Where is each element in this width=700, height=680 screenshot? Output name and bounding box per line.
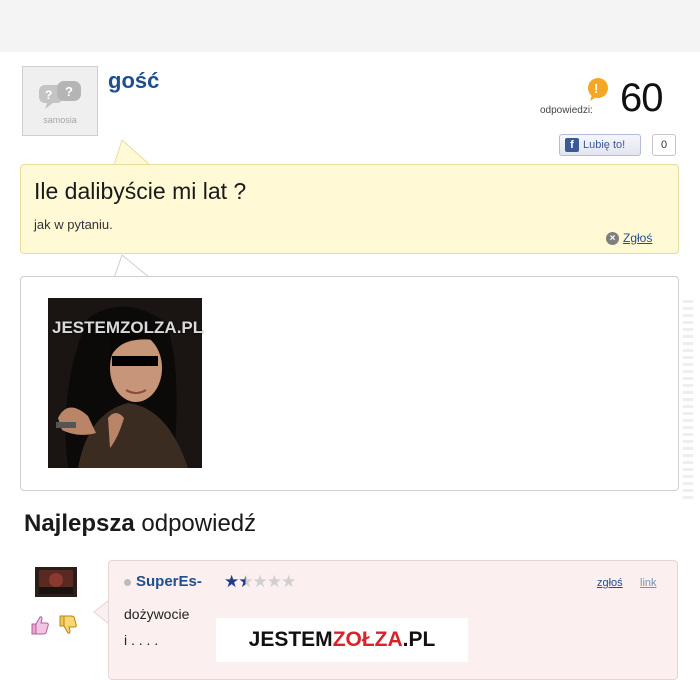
report-label: Zgłoś: [623, 231, 653, 245]
bullet-icon: [124, 579, 131, 586]
report-icon: ×: [606, 231, 619, 245]
answer-text: dożywocie: [124, 606, 190, 622]
site-watermark: JESTEM ZOŁZA .PL: [216, 618, 468, 662]
answers-label: odpowiedzi:: [540, 105, 593, 116]
thumb-up-icon[interactable]: [30, 614, 50, 636]
question-body: jak w pytaniu.: [34, 217, 113, 232]
report-answer-link[interactable]: zgłoś: [597, 577, 623, 589]
answers-count-icon: !: [588, 78, 608, 101]
answer-author-avatar[interactable]: [35, 567, 77, 597]
like-label: Lubię to!: [583, 139, 626, 151]
svg-text:?: ?: [65, 84, 73, 99]
avatar-logo-text: samosia: [43, 115, 77, 125]
answer-permalink[interactable]: link: [640, 577, 657, 589]
user-avatar[interactable]: ? ? samosia: [22, 66, 98, 136]
photo-watermark: JESTEMZOLZA.PL: [52, 318, 204, 337]
answers-count: 60: [620, 76, 663, 120]
question-author[interactable]: gość: [108, 68, 159, 94]
facebook-like-button[interactable]: f Lubię to!: [559, 134, 641, 156]
svg-text:!: !: [594, 81, 598, 96]
scroll-texture: [683, 300, 693, 500]
question-bubble-tail: [112, 140, 152, 166]
speech-bubbles-icon: ? ?: [39, 81, 81, 109]
top-bar: [0, 0, 700, 52]
answer-text-cut: i . . . .: [124, 632, 159, 648]
star-half-icon: ★: [238, 572, 253, 591]
question-title: Ile dalibyście mi lat ?: [34, 178, 247, 204]
thumb-down-icon[interactable]: [58, 614, 78, 636]
user-rating-stars: ★★★★★: [224, 572, 297, 592]
star-empty-icon: ★★★: [252, 572, 297, 591]
svg-text:?: ?: [45, 88, 52, 102]
report-question-button[interactable]: × Zgłoś: [606, 231, 652, 245]
like-count: 0: [652, 134, 676, 156]
answer-author[interactable]: SuperEs-: [136, 573, 202, 590]
best-answer-heading: Najlepsza odpowiedź: [24, 510, 257, 537]
star-filled-icon: ★: [224, 572, 239, 591]
facebook-icon: f: [565, 138, 579, 152]
